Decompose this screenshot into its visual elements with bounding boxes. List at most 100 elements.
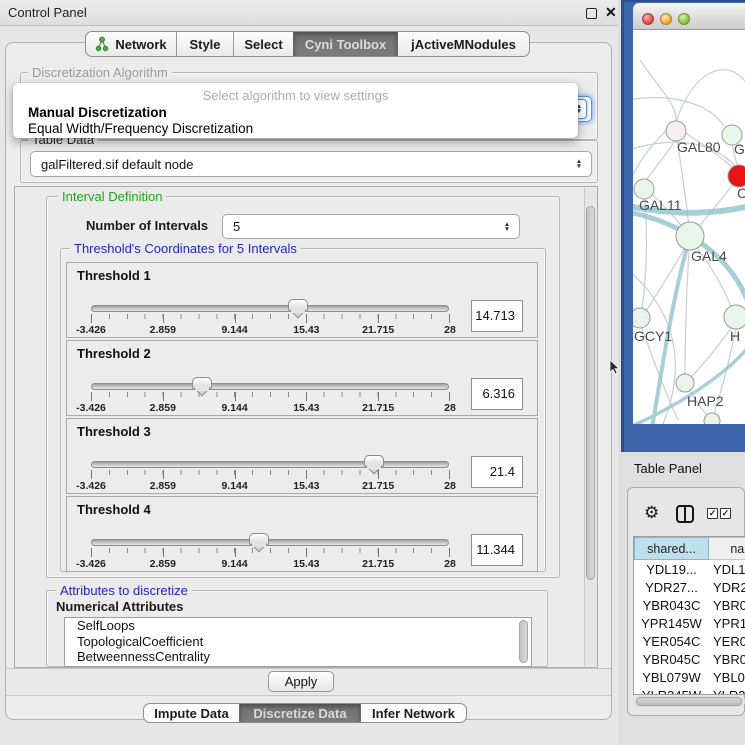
node-gal80[interactable]	[666, 121, 686, 141]
screen: Control Panel ✕ Network Style Select Cyn…	[0, 0, 745, 745]
combobox-stepper-icon[interactable]: ▲ ▼	[571, 159, 587, 169]
apply-button[interactable]: Apply	[268, 671, 334, 692]
slider-thumb[interactable]	[288, 299, 308, 312]
threshold-1-slider[interactable]: -3.426 2.859 9.144 15.43 21.715 28	[91, 301, 449, 337]
table-row[interactable]: YDL19...YDL1	[634, 561, 745, 579]
cell-shared: YPR145W	[634, 615, 709, 633]
threshold-2-slider[interactable]: -3.426 2.859 9.144 15.43 21.715 28	[91, 379, 449, 415]
node-table[interactable]: shared... name YDL19...YDL1 YDR27...YDR2…	[633, 536, 745, 695]
columns-icon[interactable]	[676, 505, 694, 523]
table-row[interactable]: YER054CYER0	[634, 633, 745, 651]
table-row[interactable]: YBR045CYBR0	[634, 651, 745, 669]
column-header-shared-name[interactable]: shared...	[634, 537, 709, 560]
threshold-3-slider[interactable]: -3.426 2.859 9.144 15.43 21.715 28	[91, 457, 449, 493]
network-canvas[interactable]: GAL80 GA C GAL11 GAL4 GCY1 H HAP2	[633, 30, 745, 424]
slider-track[interactable]	[91, 383, 449, 390]
threshold-4-panel: Threshold 4 -3.426 2.859 9.144 15.43 21.…	[66, 496, 538, 572]
network-graph: GAL80 GA C GAL11 GAL4 GCY1 H HAP2	[633, 30, 745, 424]
checkbox-icon[interactable]: ✓	[720, 508, 731, 519]
slider-ticks	[91, 314, 450, 323]
cell-shared: YDL19...	[634, 561, 709, 579]
column-header-name[interactable]: name	[709, 537, 745, 560]
float-window-icon[interactable]	[586, 8, 597, 19]
table-data-combobox-value: galFiltered.sif default node	[31, 157, 571, 172]
numerical-attributes-list[interactable]: SelfLoops TopologicalCoefficient Between…	[64, 617, 532, 667]
threshold-1-value-field[interactable]: 14.713	[471, 300, 523, 332]
threshold-3-label: Threshold 3	[77, 424, 151, 439]
cell-shared: YBR043C	[634, 597, 709, 615]
vertical-scrollbar-thumb[interactable]	[586, 206, 595, 580]
node-red[interactable]	[728, 165, 745, 187]
table-row[interactable]: YDR27...YDR2	[634, 579, 745, 597]
node-gal4[interactable]	[676, 222, 704, 250]
cell-name: YLR3	[709, 687, 745, 695]
tab-select[interactable]: Select	[233, 32, 293, 56]
close-icon[interactable]: ✕	[605, 4, 617, 21]
checkbox-icon[interactable]: ✓	[707, 508, 718, 519]
thresholds-group-title: Threshold's Coordinates for 5 Intervals	[70, 242, 301, 256]
tab-select-label: Select	[244, 37, 282, 52]
slider-thumb[interactable]	[249, 533, 269, 546]
slider-track[interactable]	[91, 305, 449, 312]
list-item[interactable]: BetweennessCentrality	[65, 649, 531, 665]
arrow-down-icon: ▼	[504, 227, 510, 232]
node-bottom[interactable]	[704, 413, 720, 424]
threshold-2-panel: Threshold 2 -3.426 2.859 9.144 15.43 21.…	[66, 340, 538, 416]
tab-discretize-data[interactable]: Discretize Data	[239, 704, 361, 722]
table-row[interactable]: YBR043CYBR0	[634, 597, 745, 615]
threshold-4-slider[interactable]: -3.426 2.859 9.144 15.43 21.715 28	[91, 535, 449, 571]
tab-cyni-toolbox[interactable]: Cyni Toolbox	[293, 32, 398, 56]
table-panel-title: Table Panel	[634, 461, 702, 476]
gear-icon[interactable]: ⚙	[644, 503, 659, 523]
combobox-stepper-icon[interactable]: ▲ ▼	[499, 222, 515, 232]
threshold-3-value-field[interactable]: 21.4	[471, 456, 523, 488]
threshold-2-value-field[interactable]: 6.316	[471, 378, 523, 410]
node-gcy1[interactable]	[633, 308, 650, 328]
list-item[interactable]: SelfLoops	[65, 618, 531, 634]
cell-name: YDL1	[709, 561, 745, 579]
tab-impute-data[interactable]: Impute Data	[144, 704, 239, 722]
threshold-4-value-field[interactable]: 11.344	[471, 534, 523, 566]
control-panel-tabbar: Network Style Select Cyni Toolbox jActiv…	[85, 31, 530, 57]
node-h[interactable]	[724, 305, 745, 329]
mac-minimize-button[interactable]	[660, 13, 672, 25]
slider-thumb[interactable]	[192, 377, 212, 390]
cell-name: YPR1	[709, 615, 745, 633]
table-row[interactable]: YBL079WYBL0	[634, 669, 745, 687]
tab-jactivemnodules[interactable]: jActiveMNodules	[398, 32, 529, 56]
table-row[interactable]: YLR345WYLR3	[634, 687, 745, 695]
horizontal-scrollbar-thumb[interactable]	[636, 697, 742, 706]
cell-name: YBR0	[709, 651, 745, 669]
slider-track[interactable]	[91, 461, 449, 468]
mac-zoom-button[interactable]	[678, 13, 690, 25]
tab-cyni-toolbox-label: Cyni Toolbox	[305, 37, 386, 52]
slider-ticks	[91, 548, 450, 557]
table-row[interactable]: YPR145WYPR1	[634, 615, 745, 633]
list-item[interactable]: TopologicalCoefficient	[65, 634, 531, 650]
numerical-attributes-heading: Numerical Attributes	[56, 599, 183, 614]
node-hap2[interactable]	[676, 374, 694, 392]
node-label: GCY1	[634, 328, 672, 344]
threshold-4-label: Threshold 4	[77, 502, 151, 517]
table-data-combobox[interactable]: galFiltered.sif default node ▲ ▼	[30, 151, 592, 177]
popup-option-manual-discretization[interactable]: Manual Discretization	[28, 105, 167, 120]
popup-option-equal-width-frequency[interactable]: Equal Width/Frequency Discretization	[28, 121, 253, 136]
list-scrollbar-thumb[interactable]	[519, 620, 528, 663]
tab-infer-network[interactable]: Infer Network	[361, 704, 466, 722]
mouse-cursor	[608, 360, 622, 376]
node-label: GA	[734, 141, 745, 157]
node-label: GAL80	[677, 139, 721, 155]
node-label: HAP2	[687, 393, 724, 409]
node-gal11[interactable]	[634, 179, 654, 199]
tab-network[interactable]: Network	[86, 32, 176, 56]
threshold-1-panel: Threshold 1 -3.426 2.859 9.144 15.43 21.…	[66, 262, 538, 338]
slider-thumb[interactable]	[364, 455, 384, 468]
number-of-intervals-combobox[interactable]: 5 ▲ ▼	[222, 214, 520, 239]
tab-style[interactable]: Style	[176, 32, 233, 56]
slider-track[interactable]	[91, 539, 449, 546]
network-nodes[interactable]	[633, 121, 745, 424]
mac-close-button[interactable]	[642, 13, 654, 25]
threshold-2-label: Threshold 2	[77, 346, 151, 361]
network-window-titlebar[interactable]	[633, 3, 745, 30]
arrow-down-icon: ▼	[576, 164, 582, 169]
